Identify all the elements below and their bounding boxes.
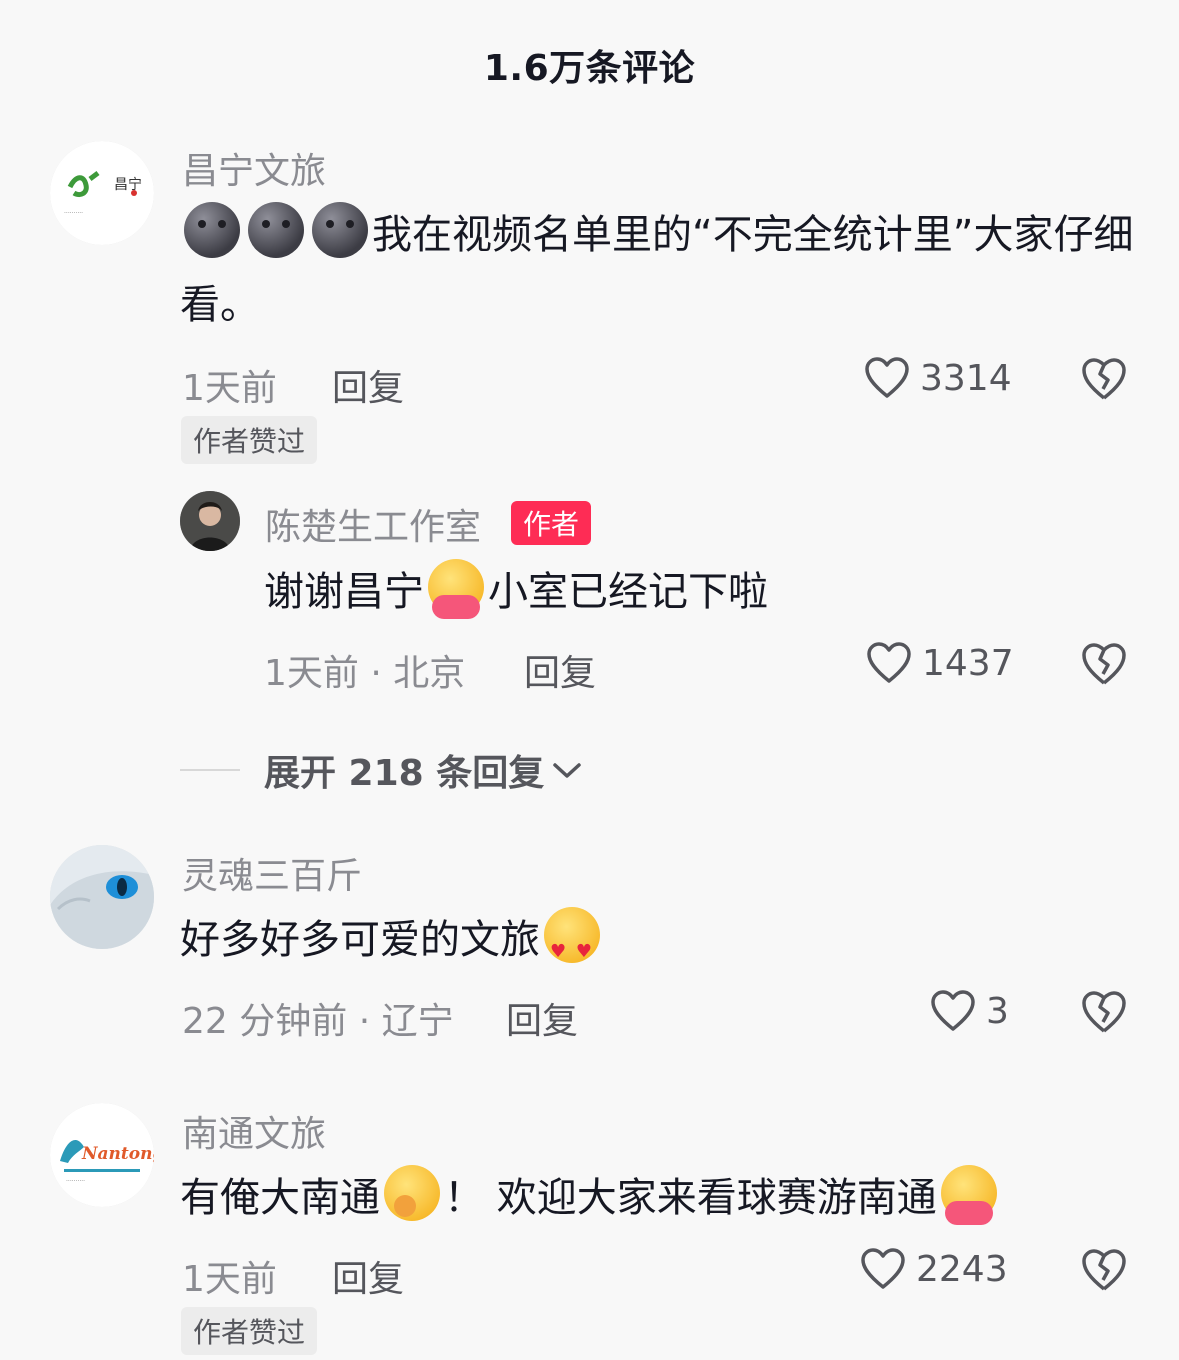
dislike-button[interactable]	[1080, 356, 1128, 406]
avatar[interactable]: 昌宁 ··········	[50, 141, 154, 245]
broken-heart-icon	[1082, 643, 1126, 685]
like-count: 2243	[916, 1248, 1008, 1290]
reply-button[interactable]: 回复	[506, 992, 578, 1044]
comment-meta: 22 分钟前 · 辽宁	[182, 1001, 454, 1042]
dislike-button[interactable]	[1080, 641, 1128, 691]
moon-emoji-icon	[248, 202, 304, 258]
dislike-button[interactable]	[1080, 989, 1128, 1039]
reply-button[interactable]: 回复	[332, 1250, 404, 1302]
broken-heart-icon	[1082, 358, 1126, 400]
comment-username[interactable]: 灵魂三百斤	[182, 847, 362, 899]
reply-button[interactable]: 回复	[524, 644, 596, 696]
comment-username[interactable]: 南通文旅	[182, 1105, 326, 1157]
like-count: 1437	[922, 642, 1014, 684]
reply-meta: 1天前 · 北京	[264, 653, 466, 694]
reply-username[interactable]: 陈楚生工作室	[265, 498, 481, 550]
author-tag: 作者	[511, 501, 592, 545]
comment-text: 我在视频名单里的“不完全统计里”大家仔细看。	[180, 200, 1140, 340]
moon-emoji-icon	[312, 202, 368, 258]
comments-header: 1.6万条评论	[0, 0, 1179, 130]
comment-text-body: 好多好多可爱的文旅	[180, 917, 540, 963]
comment-text-part: ！ 欢迎大家来看球赛游南通	[444, 1175, 937, 1221]
like-button[interactable]: 2243	[860, 1247, 1008, 1291]
like-button[interactable]: 3	[930, 989, 1009, 1033]
comment-text: 好多好多可爱的文旅	[180, 905, 1140, 987]
svg-text:··········: ··········	[64, 210, 83, 217]
expand-replies-label: 展开 218 条回复	[264, 753, 545, 794]
author-liked-badge: 作者赞过	[181, 416, 318, 464]
like-button[interactable]: 3314	[864, 356, 1012, 400]
comment-count-title: 1.6万条评论	[483, 48, 696, 89]
svg-text:Nantong: Nantong	[81, 1144, 154, 1164]
author-liked-badge: 作者赞过	[181, 1307, 318, 1355]
reply-text: 谢谢昌宁 小室已经记下啦	[264, 557, 1144, 627]
heart-icon	[867, 642, 911, 683]
heart-icon	[861, 1248, 905, 1289]
hugging-face-emoji-icon	[940, 1165, 997, 1225]
avatar[interactable]: Nantong ··········	[50, 1103, 154, 1207]
heart-icon	[931, 990, 975, 1031]
svg-text:昌宁: 昌宁	[114, 176, 142, 193]
smiling-face-emoji-icon	[384, 1165, 440, 1221]
comment-text-part: 有俺大南通	[180, 1175, 380, 1221]
expand-replies-button[interactable]: 展开 218 条回复	[180, 744, 584, 796]
svg-text:··········: ··········	[66, 1178, 85, 1185]
reply-text-part: 谢谢昌宁	[264, 569, 424, 615]
like-button[interactable]: 1437	[866, 641, 1014, 685]
comment-time: 1天前	[182, 1259, 277, 1300]
heart-eyes-emoji-icon	[544, 907, 600, 987]
hugging-face-emoji-icon	[428, 559, 484, 619]
comment-text: 有俺大南通 ！ 欢迎大家来看球赛游南通	[180, 1163, 1160, 1233]
reply-button[interactable]: 回复	[332, 359, 404, 411]
comment-username[interactable]: 昌宁文旅	[182, 142, 326, 194]
like-count: 3	[986, 990, 1009, 1032]
avatar[interactable]	[50, 845, 154, 949]
like-count: 3314	[920, 357, 1012, 399]
heart-icon	[865, 357, 909, 398]
chevron-down-icon	[553, 763, 581, 778]
dislike-button[interactable]	[1080, 1247, 1128, 1297]
comment-time: 1天前	[182, 368, 277, 409]
broken-heart-icon	[1082, 1249, 1126, 1291]
reply-text-part: 小室已经记下啦	[488, 569, 768, 615]
broken-heart-icon	[1082, 991, 1126, 1033]
divider-line	[180, 769, 240, 771]
moon-emoji-icon	[184, 202, 240, 258]
avatar[interactable]	[180, 491, 240, 551]
